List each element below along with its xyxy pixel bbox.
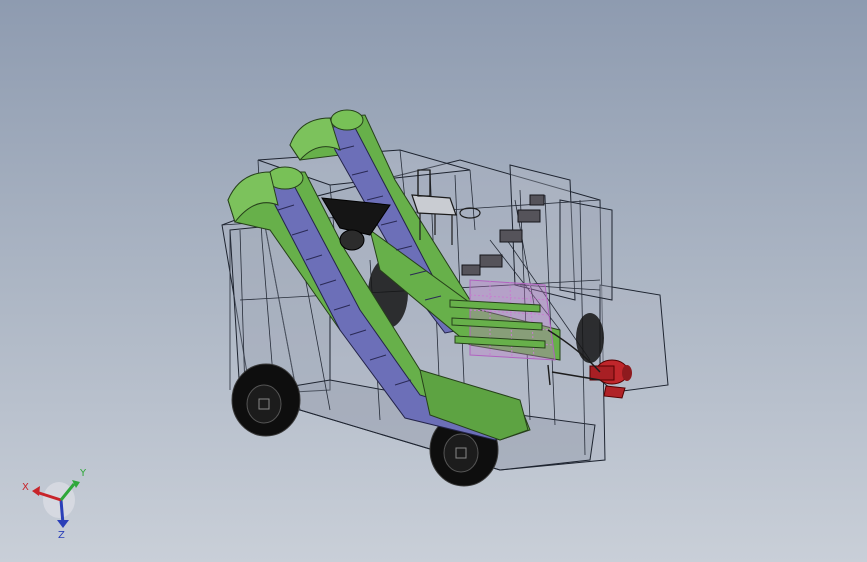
axis-triad: X Y Z: [22, 468, 87, 541]
wheel-front-left[interactable]: [231, 363, 301, 437]
hopper-icon: [339, 229, 365, 251]
wheel-rear-right[interactable]: [576, 313, 604, 363]
conveyor-icon: [330, 109, 364, 131]
y-axis-label: Y: [79, 468, 87, 479]
machine-model[interactable]: [0, 0, 867, 562]
motor-icon: [622, 365, 632, 381]
cad-viewport[interactable]: X Y Z: [0, 0, 867, 562]
x-axis-label: X: [22, 482, 29, 493]
z-axis-label: Z: [58, 530, 65, 541]
z-axis-arrow: [57, 520, 69, 528]
x-axis-arrow: [32, 486, 40, 496]
